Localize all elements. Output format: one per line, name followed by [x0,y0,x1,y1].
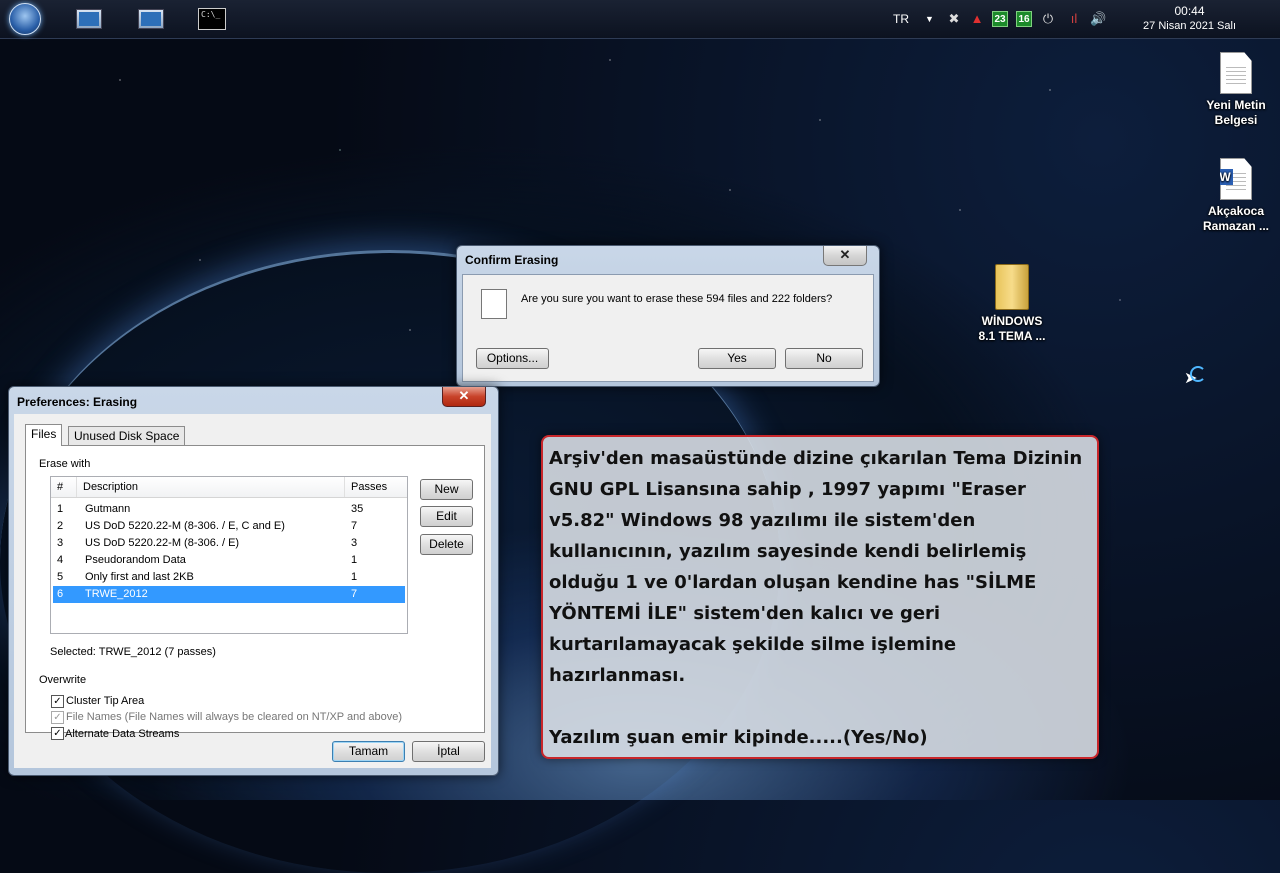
text-document-icon [1220,52,1252,94]
method-number: 1 [57,503,64,515]
method-description: US DoD 5220.22-M (8-306. / E) [85,537,240,549]
desktop-icon-label: WİNDOWS 8.1 TEMA ... [978,314,1046,343]
computer-icon [76,9,102,29]
delete-method-button[interactable]: Delete [420,534,473,555]
options-button[interactable]: Options... [476,348,549,369]
confirm-message: Are you sure you want to erase these 594… [521,293,833,305]
overwrite-label: Overwrite [39,674,87,686]
method-number: 2 [57,520,64,532]
alternate-data-streams-checkbox[interactable]: ✓ [51,727,64,740]
annotation-note: Arşiv'den masaüstünde dizine çıkarılan T… [541,435,1099,759]
method-passes: 3 [351,537,358,549]
note-paragraph-1: Arşiv'den masaüstünde dizine çıkarılan T… [549,448,1083,686]
tray-expand-icon[interactable]: ▼ [925,0,934,38]
edit-method-button[interactable]: Edit [420,506,473,527]
word-document-icon [1220,158,1252,200]
cluster-tip-checkbox[interactable]: ✓ [51,695,64,708]
taskbar-app-cmd[interactable]: C:\_ [195,3,229,35]
method-passes: 7 [351,520,358,532]
method-passes: 1 [351,571,358,583]
busy-spinner-icon [1190,366,1206,382]
desktop-icon-word-document[interactable]: Akçakoca Ramazan ... [1196,158,1276,234]
power-plug-icon[interactable]: ⏻ [1040,11,1056,27]
tray-badge-23[interactable]: 23 [992,11,1008,27]
erase-with-label: Erase with [39,458,91,470]
signal-icon[interactable]: ıl [1066,11,1082,27]
method-description: Gutmann [85,503,131,515]
note-paragraph-2: Yazılım şuan emir kipinde.....(Yes/No) [549,727,928,748]
start-button[interactable] [8,3,42,35]
column-header-description[interactable]: Description [77,477,345,497]
method-number: 6 [57,588,64,600]
table-row-selected[interactable]: 6 TRWE_2012 7 [53,586,405,603]
tab-files[interactable]: Files [25,424,63,446]
clock-time: 00:44 [1174,4,1205,18]
tab-unused-disk-space[interactable]: Unused Disk Space [68,426,186,446]
monitor-icon [138,9,164,29]
desktop-icon-label: Akçakoca Ramazan ... [1202,204,1270,233]
dialog-title: Confirm Erasing [465,253,559,267]
dialog-body: Are you sure you want to erase these 594… [462,274,874,382]
window-title: Preferences: Erasing [17,395,138,409]
ok-button[interactable]: Tamam [332,741,405,762]
language-indicator[interactable]: TR [893,0,909,38]
method-number: 4 [57,554,64,566]
desktop-icon-label: Yeni Metin Belgesi [1206,98,1266,127]
method-description: Pseudorandom Data [85,554,186,566]
alternate-data-streams-label[interactable]: Alternate Data Streams [65,728,179,740]
method-passes: 1 [351,554,358,566]
cancel-button[interactable]: İptal [412,741,485,762]
taskbar-app-2[interactable] [134,3,168,35]
method-passes: 35 [351,503,364,515]
erase-methods-list[interactable]: # Description Passes 1 Gutmann 35 2 US D… [50,476,408,634]
window-client: Files Unused Disk Space Erase with # Des… [14,414,491,768]
table-row[interactable]: 1 Gutmann 35 [53,501,405,518]
method-passes: 7 [351,588,358,600]
erase-file-icon [481,289,507,319]
file-names-checkbox: ✓ [51,711,64,724]
tray-badge-16[interactable]: 16 [1016,11,1032,27]
table-row[interactable]: 2 US DoD 5220.22-M (8-306. / E, C and E)… [53,518,405,535]
method-number: 3 [57,537,64,549]
method-description: US DoD 5220.22-M (8-306. / E, C and E) [85,520,285,532]
file-names-label: File Names (File Names will always be cl… [66,711,403,723]
new-method-button[interactable]: New [420,479,473,500]
method-description: TRWE_2012 [85,588,148,600]
preferences-erasing-window: Preferences: Erasing ✕ Files Unused Disk… [8,386,499,776]
start-orb-icon [9,3,41,35]
no-button[interactable]: No [785,348,863,369]
yes-button[interactable]: Yes [698,348,776,369]
method-number: 5 [57,571,64,583]
method-description: Only first and last 2KB [85,571,194,583]
tools-icon[interactable]: ✖ [946,11,962,27]
cluster-tip-label[interactable]: Cluster Tip Area [66,695,144,707]
column-header-number[interactable]: # [51,477,77,497]
column-header-passes[interactable]: Passes [345,477,407,497]
table-row[interactable]: 5 Only first and last 2KB 1 [53,569,405,586]
command-prompt-icon: C:\_ [198,8,226,30]
table-row[interactable]: 3 US DoD 5220.22-M (8-306. / E) 3 [53,535,405,552]
files-tab-panel: Erase with # Description Passes 1 Gutman… [25,445,485,740]
volume-icon[interactable]: 🔊 [1090,11,1106,27]
desktop-icon-theme-folder[interactable]: WİNDOWS 8.1 TEMA ... [972,264,1052,344]
close-button[interactable]: ✕ [442,387,486,407]
table-row[interactable]: 4 Pseudorandom Data 1 [53,552,405,569]
taskbar-clock[interactable]: 00:44 27 Nisan 2021 Salı [1143,4,1236,34]
selected-method-text: Selected: TRWE_2012 (7 passes) [50,646,216,658]
desktop-icon-text-document[interactable]: Yeni Metin Belgesi [1196,52,1276,128]
taskbar: C:\_ TR ▼ ✖ ▲ 23 16 ⏻ ıl 🔊 00:44 27 Nisa… [0,0,1280,39]
clock-date: 27 Nisan 2021 Salı [1143,20,1236,32]
close-button[interactable]: ✕ [823,246,867,266]
list-header: # Description Passes [51,477,407,498]
network-warning-icon[interactable]: ▲ [969,11,985,27]
folder-icon [995,264,1029,310]
confirm-erasing-dialog: Confirm Erasing ✕ Are you sure you want … [456,245,880,387]
taskbar-app-1[interactable] [72,3,106,35]
